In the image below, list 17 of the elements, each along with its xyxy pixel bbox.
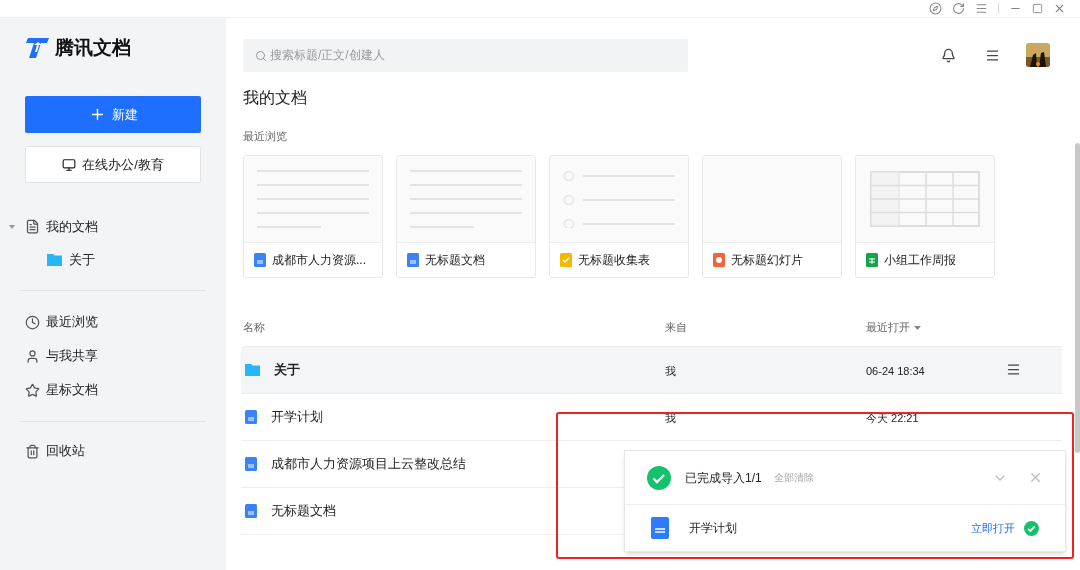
- card-title: 无标题幻灯片: [731, 251, 803, 269]
- section-label: 最近浏览: [243, 129, 288, 144]
- card-title: 成都市人力资源...: [272, 251, 366, 269]
- page-title: 我的文档: [243, 88, 308, 108]
- file-name: 开学计划: [689, 520, 737, 537]
- app-name: 腾讯文档: [55, 35, 131, 60]
- file-name: 开学计划: [271, 407, 323, 426]
- date-cell: 06-24 18:34: [866, 364, 925, 377]
- card-title: 无标题文档: [425, 251, 485, 269]
- file-name: 无标题文档: [271, 501, 336, 520]
- date-cell: 今天 22:21: [866, 411, 919, 424]
- card-title: 小组工作周报: [884, 251, 956, 269]
- import-status: 已完成导入1/1: [685, 469, 762, 487]
- card-title: 无标题收集表: [578, 251, 650, 269]
- owner-cell: 我: [665, 364, 676, 377]
- file-name: 成都市人力资源项目上云整改总结: [271, 454, 466, 473]
- file-name: 关于: [274, 360, 300, 379]
